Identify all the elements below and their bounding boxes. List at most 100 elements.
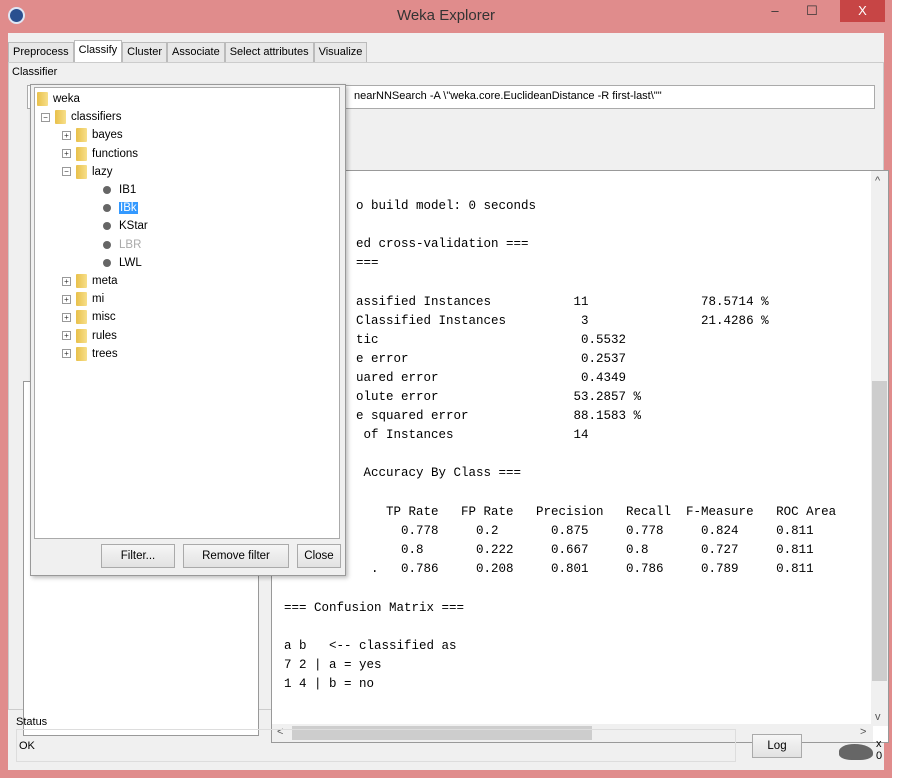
output-line: Accuracy By Class === [356, 466, 522, 481]
output-line: o build model: 0 seconds [356, 199, 537, 213]
minimize-button[interactable]: – [760, 0, 790, 22]
tree-node-kstar[interactable]: KStar [103, 217, 148, 235]
tree-node-label: trees [92, 347, 118, 360]
tree-node-meta[interactable]: + meta [62, 272, 118, 290]
expand-icon[interactable]: + [62, 349, 71, 359]
vertical-scrollbar[interactable]: ^ v [871, 171, 888, 726]
collapse-icon[interactable]: − [62, 167, 71, 177]
tree-node-lwl[interactable]: LWL [103, 254, 142, 272]
folder-icon [37, 92, 48, 106]
output-line: e squared error 88.1583 % [356, 409, 642, 424]
close-window-button[interactable]: X [840, 0, 885, 22]
tree-node-ibk[interactable]: IBk [103, 199, 138, 217]
tree-node-trees[interactable]: + trees [62, 345, 118, 363]
output-line: === Confusion Matrix === [284, 601, 465, 615]
output-line: a b <-- classified as [284, 639, 457, 654]
classifier-leaf-icon [103, 204, 111, 213]
tab-preprocess[interactable]: Preprocess [8, 42, 74, 63]
expand-icon[interactable]: + [62, 294, 71, 304]
tree-node-lbr[interactable]: LBR [103, 236, 141, 254]
output-line: TP Rate FP Rate Precision Recall F-Measu… [356, 504, 837, 519]
classifier-group-label: Classifier [12, 66, 58, 78]
tree-node-label: meta [92, 275, 118, 287]
expand-icon[interactable]: + [62, 276, 71, 286]
output-line: olute error 53.2857 % [356, 390, 642, 404]
status-text: OK [19, 740, 35, 752]
tree-node-lazy[interactable]: − lazy [62, 163, 112, 181]
output-line: 0.778 0.2 0.875 0.778 0.824 0.811 [356, 523, 814, 538]
collapse-icon[interactable]: − [41, 112, 50, 122]
tree-node-label: weka [53, 93, 80, 105]
folder-icon [76, 146, 87, 161]
expand-icon[interactable]: + [62, 312, 71, 322]
tree-node-label: IB1 [119, 184, 137, 196]
tree-node-functions[interactable]: + functions [62, 145, 138, 163]
tree-node-misc[interactable]: + misc [62, 308, 116, 326]
expand-icon[interactable]: + [62, 130, 71, 140]
folder-icon [76, 346, 87, 361]
classifier-leaf-icon [103, 240, 111, 249]
folder-icon [76, 310, 87, 325]
vertical-scroll-thumb[interactable] [872, 381, 887, 681]
tree-node-label: KStar [119, 220, 148, 233]
tree-node-bayes[interactable]: + bayes [62, 126, 123, 144]
classifier-chooser-popup: weka − classifiers + bayes + functions − lazy IB1… [30, 84, 346, 576]
output-line: e error 0.2537 [356, 351, 627, 366]
output-line: tic 0.5532 [356, 332, 627, 347]
filter-button[interactable]: Filter... [101, 544, 175, 568]
classifier-leaf-icon [103, 186, 111, 194]
folder-icon [76, 292, 87, 307]
output-line: of Instances 14 [356, 428, 589, 443]
close-button[interactable]: Close [297, 544, 341, 568]
tab-bar: Preprocess Classify Cluster Associate Se… [8, 40, 368, 63]
tab-select-attributes[interactable]: Select attributes [224, 42, 314, 63]
tree-node-weka[interactable]: weka [37, 90, 80, 108]
output-line: . 0.786 0.208 0.801 0.786 0.789 0.811 [356, 561, 814, 576]
tab-visualize[interactable]: Visualize [313, 42, 368, 63]
expand-icon[interactable]: + [62, 149, 71, 159]
status-box: OK [16, 729, 736, 762]
tree-node-label: rules [92, 329, 117, 342]
output-line: 0.8 0.222 0.667 0.8 0.727 0.811 [356, 542, 814, 557]
expand-icon[interactable]: + [62, 331, 71, 341]
output-line: === [356, 256, 379, 271]
output-line: 1 4 | b = no [284, 677, 375, 692]
classifier-leaf-icon [103, 258, 111, 267]
folder-icon [76, 274, 87, 288]
tab-classify[interactable]: Classify [73, 40, 123, 63]
folder-icon [55, 110, 66, 125]
task-count: x 0 [876, 738, 883, 762]
folder-icon [76, 128, 87, 143]
remove-filter-button[interactable]: Remove filter [183, 544, 289, 568]
folder-icon [76, 328, 87, 343]
tab-associate[interactable]: Associate [167, 42, 225, 63]
tree-node-label: lazy [92, 165, 113, 178]
status-label: Status [16, 716, 48, 728]
tree-node-label: LBR [119, 238, 142, 251]
status-bar: Status OK Log x 0 [16, 714, 882, 762]
log-button[interactable]: Log [752, 734, 802, 758]
classifier-tree[interactable]: weka − classifiers + bayes + functions − lazy IB1… [34, 87, 340, 539]
maximize-button[interactable]: ☐ [792, 0, 832, 22]
tree-node-label: functions [92, 147, 139, 160]
tree-node-label: LWL [119, 256, 142, 269]
tree-node-ib1[interactable]: IB1 [103, 181, 136, 199]
output-line: assified Instances 11 78.5714 % [356, 294, 769, 309]
tree-node-label: bayes [92, 129, 123, 142]
window-title: Weka Explorer [396, 7, 496, 24]
output-line: Classified Instances 3 21.4286 % [356, 313, 769, 328]
tree-node-label: IBk [119, 202, 138, 215]
output-line: uared error 0.4349 [356, 370, 627, 385]
tree-node-rules[interactable]: + rules [62, 327, 117, 345]
tree-node-mi[interactable]: + mi [62, 290, 104, 308]
classifier-leaf-icon [103, 222, 111, 231]
classifier-output[interactable]: o build model: 0 seconds ed cross-validat… [271, 170, 889, 743]
tree-node-classifiers[interactable]: − classifiers [41, 108, 121, 126]
folder-icon [76, 164, 87, 179]
scroll-up-icon[interactable]: ^ [875, 175, 880, 187]
title-bar: Weka Explorer – ☐ X [0, 0, 892, 33]
tree-node-label: misc [92, 311, 116, 324]
tree-node-label: classifiers [71, 111, 122, 124]
tab-cluster[interactable]: Cluster [122, 42, 167, 63]
output-line: ed cross-validation === [356, 237, 529, 252]
